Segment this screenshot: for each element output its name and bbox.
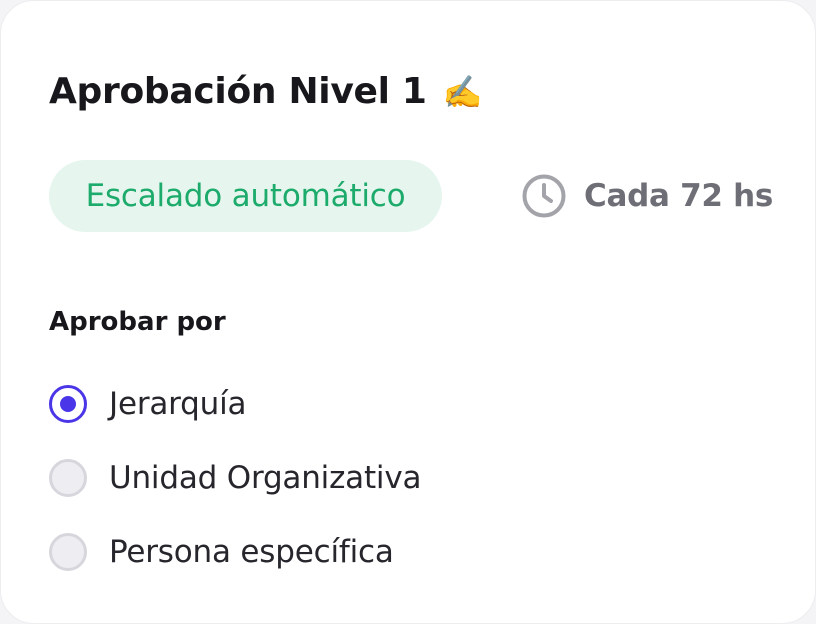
card-title: Aprobación Nivel 1 ✍️: [49, 69, 483, 115]
radio-option-jerarquia[interactable]: Jerarquía: [49, 381, 649, 427]
clock-icon: [522, 174, 566, 218]
radio-button-checked[interactable]: [49, 385, 87, 423]
radio-option-persona-especifica[interactable]: Persona específica: [49, 529, 649, 575]
radio-button[interactable]: [49, 533, 87, 571]
auto-escalation-badge: Escalado automático: [49, 160, 442, 232]
writing-hand-icon: ✍️: [442, 73, 483, 111]
radio-option-label: Jerarquía: [109, 386, 247, 422]
escalation-interval: Cada 72 hs: [521, 171, 773, 221]
card-title-text: Aprobación Nivel 1: [49, 71, 427, 112]
interval-label: Cada 72 hs: [584, 178, 774, 214]
radio-button[interactable]: [49, 459, 87, 497]
approve-by-label: Aprobar por: [49, 307, 226, 337]
radio-option-label: Persona específica: [109, 534, 394, 570]
approval-level-card: Aprobación Nivel 1 ✍️ Escalado automátic…: [0, 0, 816, 624]
approve-by-radio-group: Jerarquía Unidad Organizativa Persona es…: [49, 381, 649, 603]
radio-option-unidad-organizativa[interactable]: Unidad Organizativa: [49, 455, 649, 501]
radio-option-label: Unidad Organizativa: [109, 460, 422, 496]
